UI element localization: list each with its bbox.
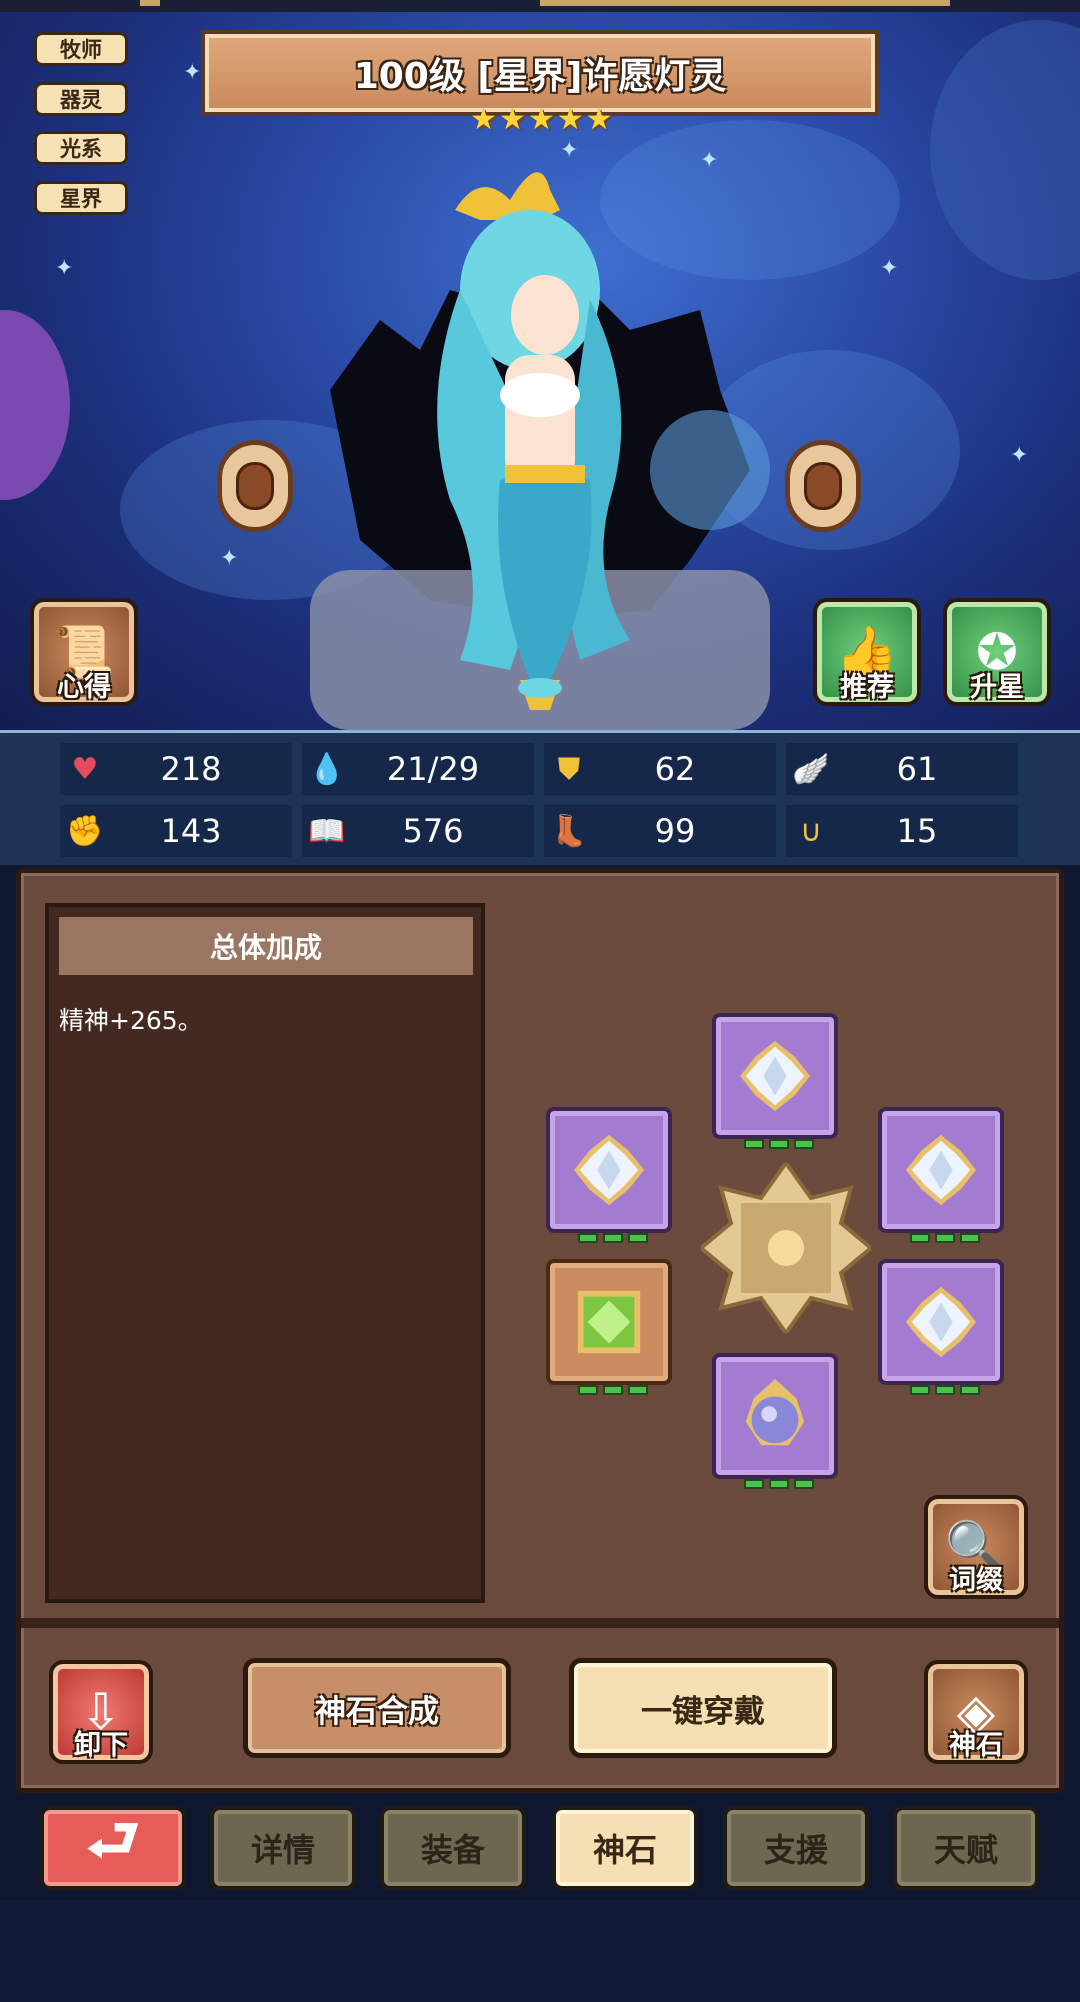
- white-diamond-icon: [573, 1134, 645, 1206]
- purple-orb-icon: [745, 1378, 805, 1446]
- gem-socket-upper-left[interactable]: [546, 1107, 672, 1243]
- stat-value: 218: [160, 750, 222, 788]
- godstone-button[interactable]: ◈ 神石: [924, 1660, 1028, 1764]
- socket-level-pips: [910, 1385, 980, 1395]
- godstone-panel: 总体加成 精神+265。 🔍 词缀 ⇩ 卸下 神石合成 一键穿戴 ◈ 神石: [16, 868, 1064, 1793]
- stat-speed: 👢 99: [544, 805, 776, 857]
- tab-equipment[interactable]: 装备: [380, 1806, 526, 1890]
- unequip-label: 卸下: [74, 1730, 128, 1761]
- class-tag-priest: 牧师: [34, 32, 128, 66]
- socket-level-pips: [578, 1233, 648, 1243]
- white-diamond-icon: [905, 1286, 977, 1358]
- stat-value: 21/29: [386, 750, 480, 788]
- affix-button[interactable]: 🔍 词缀: [924, 1495, 1028, 1599]
- class-tag-artifact-spirit: 器灵: [34, 82, 128, 116]
- insight-button[interactable]: 📜 心得: [30, 598, 138, 706]
- character-portrait[interactable]: [250, 140, 810, 730]
- bottom-background: [0, 1900, 1080, 2002]
- stat-evasion: 🪽 61: [786, 743, 1018, 795]
- character-title: 100级 [星界]许愿灯灵: [205, 34, 875, 112]
- gem-socket-bottom[interactable]: [712, 1353, 838, 1489]
- socket-center-plate: [701, 1163, 871, 1333]
- stat-value: 62: [654, 750, 696, 788]
- star-icon: ★: [585, 102, 613, 137]
- stats-panel: ♥ 218 💧 21/29 ⛊ 62 🪽 61 ✊ 143 📖 576 👢 99…: [0, 730, 1080, 865]
- stat-spirit: 📖 576: [302, 805, 534, 857]
- speed-boot-icon: 👢: [550, 813, 588, 849]
- gem-socket-lower-right[interactable]: [878, 1259, 1004, 1395]
- stat-value: 143: [160, 812, 222, 850]
- heart-icon: ♥: [71, 751, 99, 787]
- star-up-label: 升星: [970, 672, 1024, 703]
- fist-icon: ✊: [66, 813, 104, 849]
- spellbook-icon: 📖: [308, 813, 346, 849]
- star-rating: ★ ★ ★ ★ ★: [470, 102, 613, 137]
- star-icon: ★: [498, 102, 526, 137]
- bottom-tab-bar: ⮐ 详情 装备 神石 支援 天赋: [0, 1800, 1080, 1900]
- stat-value: 15: [896, 812, 938, 850]
- white-diamond-icon: [739, 1040, 811, 1112]
- shield-icon: ⛊: [557, 751, 581, 787]
- star-icon: ★: [470, 102, 497, 137]
- stat-defense: ⛊ 62: [544, 743, 776, 795]
- gem-socket-upper-right[interactable]: [878, 1107, 1004, 1243]
- recommend-button[interactable]: 👍 推荐: [813, 598, 921, 706]
- total-bonus-box: 总体加成 精神+265。: [45, 903, 485, 1603]
- wing-icon: 🪽: [792, 751, 830, 787]
- skill-orb-right[interactable]: [785, 440, 861, 532]
- socket-level-pips: [744, 1139, 814, 1149]
- hero-scene: ✦ ✦ ✦ ✦ ✦ ✦ ✦ 牧师 器灵 光系 星界 100级 [星界]许愿灯灵 …: [0, 0, 1080, 730]
- element-tag-light: 光系: [34, 131, 128, 165]
- star-up-button[interactable]: ✪ 升星: [943, 598, 1051, 706]
- stat-value: 99: [654, 812, 696, 850]
- stat-value: 576: [402, 812, 464, 850]
- socket-level-pips: [910, 1233, 980, 1243]
- unequip-button[interactable]: ⇩ 卸下: [49, 1660, 153, 1764]
- affix-label: 词缀: [949, 1565, 1003, 1596]
- godstone-label: 神石: [949, 1730, 1003, 1761]
- gem-socket-top[interactable]: [712, 1013, 838, 1149]
- socket-level-pips: [744, 1479, 814, 1489]
- stat-mana: 💧 21/29: [302, 743, 534, 795]
- equip-all-button[interactable]: 一键穿戴: [569, 1658, 837, 1758]
- horseshoe-icon: ∪: [800, 813, 822, 849]
- total-bonus-text: 精神+265。: [59, 1006, 203, 1035]
- stat-strength: ✊ 143: [60, 805, 292, 857]
- stat-luck: ∪ 15: [786, 805, 1018, 857]
- white-diamond-icon: [905, 1134, 977, 1206]
- faction-tag-astral: 星界: [34, 181, 128, 215]
- socket-level-pips: [578, 1385, 648, 1395]
- skill-orb-left[interactable]: [217, 440, 293, 532]
- stat-hp: ♥ 218: [60, 743, 292, 795]
- gem-socket-lower-left[interactable]: [546, 1259, 672, 1395]
- mana-drop-icon: 💧: [308, 751, 346, 787]
- tab-details[interactable]: 详情: [210, 1806, 356, 1890]
- tab-support[interactable]: 支援: [723, 1806, 869, 1890]
- tab-godstone[interactable]: 神石: [552, 1806, 698, 1890]
- total-bonus-title: 总体加成: [59, 917, 473, 975]
- star-icon: ★: [527, 102, 555, 137]
- star-icon: ★: [556, 102, 584, 137]
- tab-talent[interactable]: 天赋: [893, 1806, 1039, 1890]
- green-emerald-icon: [577, 1290, 641, 1354]
- godstone-merge-button[interactable]: 神石合成: [243, 1658, 511, 1758]
- back-button[interactable]: ⮐: [40, 1806, 186, 1890]
- stat-value: 61: [896, 750, 938, 788]
- panel-divider: [21, 1618, 1059, 1628]
- insight-label: 心得: [57, 672, 111, 703]
- recommend-label: 推荐: [840, 672, 894, 703]
- top-strip: [0, 0, 1080, 12]
